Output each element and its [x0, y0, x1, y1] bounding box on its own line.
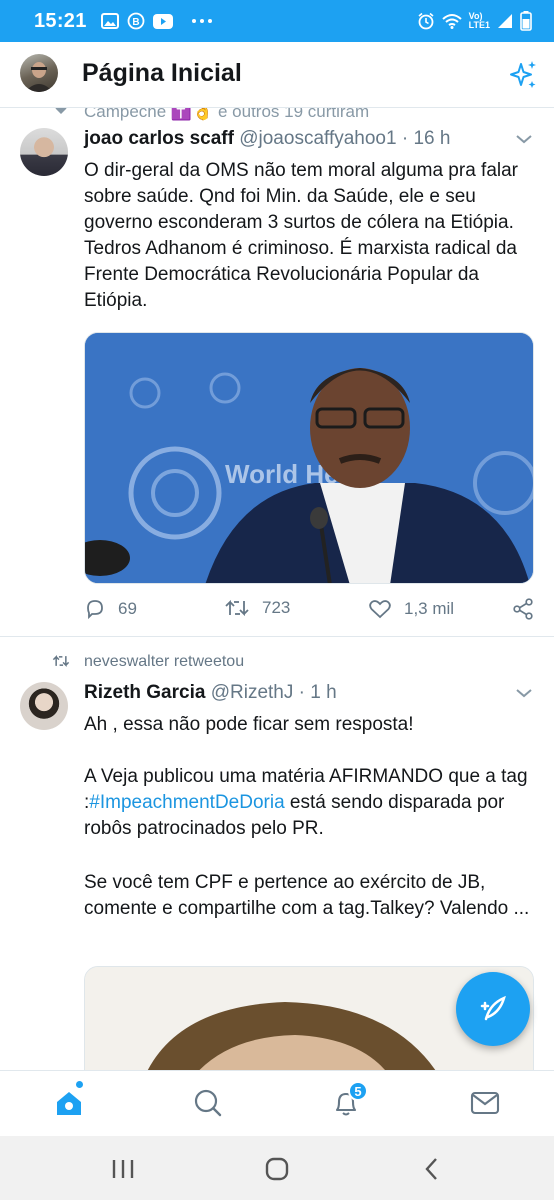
new-content-dot: [76, 1081, 83, 1088]
author-handle: @RizethJ: [210, 682, 294, 703]
like-button[interactable]: 1,3 mil: [368, 598, 454, 620]
author-name[interactable]: joao carlos scaff: [84, 128, 234, 149]
tweet-text: O dir-geral da OMS não tem moral alguma …: [84, 160, 519, 311]
like-icon: [55, 108, 67, 114]
svg-text:B: B: [132, 17, 139, 28]
avatar[interactable]: [20, 128, 68, 176]
status-bar: 15:21 B Vo) LTE1: [0, 0, 554, 42]
retweet-button[interactable]: 723: [224, 598, 290, 618]
like-count: 1,3 mil: [404, 599, 455, 618]
avatar[interactable]: [20, 682, 68, 730]
back-icon[interactable]: [418, 1154, 448, 1184]
wifi-icon: [441, 14, 462, 29]
tweet-text-p2: A Veja publicou uma matéria AFIRMANDO qu…: [84, 764, 534, 842]
battery-icon: [520, 11, 532, 31]
home-button-icon[interactable]: [262, 1154, 292, 1184]
nav-home[interactable]: [51, 1085, 87, 1121]
tweet-time: 16 h: [413, 128, 451, 149]
chevron-down-icon[interactable]: [514, 686, 534, 700]
tweet-divider: [0, 636, 554, 637]
home-icon: [57, 1092, 81, 1115]
chevron-down-icon[interactable]: [514, 132, 534, 146]
sparkle-icon[interactable]: [506, 58, 540, 92]
b-icon: B: [127, 12, 145, 30]
notification-badge: 5: [348, 1081, 368, 1101]
reply-count: 69: [118, 599, 137, 618]
compose-tweet-button[interactable]: [456, 972, 530, 1046]
timeline: Campeche ✝️👌 e outros 19 curtiram joao c…: [0, 108, 554, 1070]
author-name[interactable]: Rizeth Garcia: [84, 682, 205, 703]
status-notification-icons: B: [100, 12, 213, 30]
share-icon: [513, 598, 533, 620]
network-line-2: LTE1: [468, 20, 490, 30]
compose-icon: [480, 995, 506, 1021]
gallery-icon: [100, 13, 119, 29]
share-button[interactable]: [512, 598, 534, 620]
tweet-media-photo[interactable]: World He Or: [84, 332, 534, 584]
like-icon: [369, 600, 391, 619]
more-icon: [191, 19, 212, 23]
tweet-actions: 69 723 1,3 mil: [84, 598, 534, 624]
youtube-icon: [152, 13, 173, 29]
system-nav-bar: [0, 1136, 554, 1200]
tweet-text-p1: Ah , essa não pode ficar sem resposta!: [84, 714, 414, 735]
tweet-time: 1 h: [310, 682, 337, 703]
network-label: Vo) LTE1: [469, 12, 490, 30]
hashtag-link[interactable]: #ImpeachmentDeDoria: [89, 792, 284, 813]
bottom-nav: 5: [0, 1070, 554, 1136]
signal-icon: [498, 14, 512, 28]
alarm-icon: [418, 12, 434, 30]
nav-search[interactable]: [190, 1085, 226, 1121]
social-context-liked: Campeche ✝️👌 e outros 19 curtiram: [84, 108, 370, 121]
reply-icon: [87, 600, 103, 620]
tweet-header: Rizeth Garcia @RizethJ · 1 h: [84, 682, 337, 704]
status-system-icons: Vo) LTE1: [417, 11, 532, 31]
retweet-icon: [52, 655, 70, 667]
profile-avatar[interactable]: [20, 54, 58, 92]
reply-button[interactable]: 69: [84, 598, 137, 620]
page-title: Página Inicial: [82, 59, 242, 87]
recent-apps-icon[interactable]: [108, 1154, 138, 1184]
status-time: 15:21: [34, 9, 87, 32]
meta-separator: ·: [298, 682, 305, 703]
meta-separator: ·: [401, 128, 409, 149]
retweeted-by[interactable]: neveswalter retweetou: [84, 653, 244, 671]
nav-messages[interactable]: [467, 1085, 503, 1121]
tweet-text-p3: Se você tem CPF e pertence ao exército d…: [84, 872, 530, 919]
retweet-icon: [225, 599, 249, 617]
search-icon: [194, 1089, 222, 1117]
author-handle: @joaoscaffyahoo1: [239, 128, 397, 149]
messages-icon: [470, 1091, 500, 1115]
retweet-count: 723: [262, 598, 291, 617]
app-header: Página Inicial: [0, 42, 554, 108]
tweet-header: joao carlos scaff @joaoscaffyahoo1 · 16 …: [84, 128, 450, 150]
